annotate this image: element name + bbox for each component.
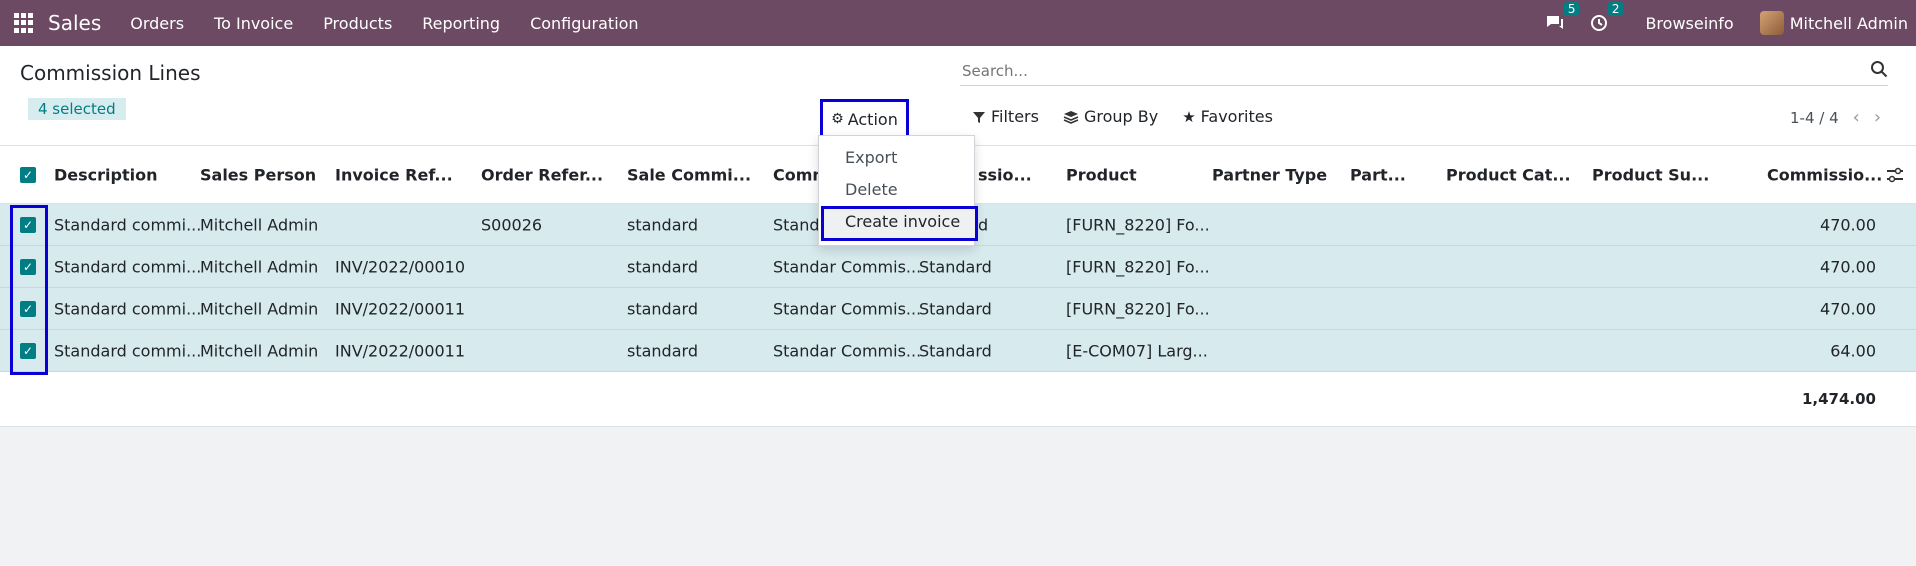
- cell-product: [FURN_8220] Fo...: [1066, 257, 1210, 276]
- header-partner-type[interactable]: Partner Type: [1212, 165, 1327, 184]
- header-commission-type[interactable]: ssio...: [978, 165, 1032, 184]
- user-menu[interactable]: Mitchell Admin: [1790, 14, 1908, 33]
- header-description[interactable]: Description: [54, 165, 157, 184]
- header-commission-amount[interactable]: Commissio...: [1767, 165, 1882, 184]
- row-checkboxes-highlight: [10, 205, 48, 375]
- favorites-button[interactable]: ★ Favorites: [1182, 107, 1273, 126]
- action-label: Action: [847, 109, 898, 129]
- cell-sales-person: Mitchell Admin: [200, 257, 319, 276]
- favorites-label: Favorites: [1200, 107, 1273, 126]
- header-partner[interactable]: Part...: [1350, 165, 1406, 184]
- cell-sales-person: Mitchell Admin: [200, 341, 319, 360]
- main-menu: Orders To Invoice Products Reporting Con…: [115, 14, 653, 33]
- cell-sale-commission: standard: [627, 299, 698, 318]
- cell-product: [E-COM07] Larg...: [1066, 341, 1208, 360]
- filters-label: Filters: [991, 107, 1039, 126]
- activities-badge: 2: [1607, 2, 1624, 16]
- navbar-systray: 5 2 Browseinfo Mitchell Admin: [1543, 0, 1908, 46]
- group-by-label: Group By: [1083, 107, 1159, 126]
- cell-commission: Standar Commis...: [773, 341, 922, 360]
- company-switcher[interactable]: Browseinfo: [1645, 14, 1733, 33]
- cell-description: Standard commi...: [54, 215, 202, 234]
- table-row[interactable]: ✓ Standard commi... Mitchell Admin INV/2…: [0, 246, 1916, 288]
- page-title: Commission Lines: [20, 61, 201, 85]
- apps-menu-icon[interactable]: [14, 13, 34, 33]
- chevron-left-icon[interactable]: ‹: [1853, 107, 1860, 128]
- control-panel: Commission Lines 4 selected ⚙ Action Fil…: [0, 46, 1916, 146]
- export-menu-item[interactable]: Export: [845, 148, 897, 167]
- menu-reporting[interactable]: Reporting: [407, 14, 515, 33]
- header-order-ref[interactable]: Order Refer...: [481, 165, 603, 184]
- cell-sale-commission: standard: [627, 341, 698, 360]
- table-footer: 1,474.00: [0, 372, 1916, 427]
- cell-amount: 64.00: [1830, 341, 1876, 360]
- menu-configuration[interactable]: Configuration: [515, 14, 654, 33]
- search-input[interactable]: [960, 61, 1888, 80]
- messages-icon[interactable]: 5: [1543, 2, 1580, 35]
- menu-products[interactable]: Products: [308, 14, 407, 33]
- messages-badge: 5: [1563, 2, 1580, 16]
- top-navbar: Sales Orders To Invoice Products Reporti…: [0, 0, 1916, 46]
- cell-sales-person: Mitchell Admin: [200, 215, 319, 234]
- filter-icon: [973, 111, 985, 123]
- chevron-right-icon[interactable]: ›: [1874, 107, 1881, 128]
- menu-orders[interactable]: Orders: [115, 14, 199, 33]
- header-product[interactable]: Product: [1066, 165, 1137, 184]
- search-bar: [960, 56, 1888, 86]
- cell-description: Standard commi...: [54, 299, 202, 318]
- search-options: Filters Group By ★ Favorites: [972, 107, 1273, 126]
- selected-count-badge[interactable]: 4 selected: [28, 98, 126, 120]
- total-amount: 1,474.00: [1801, 390, 1876, 408]
- cell-commission-type: Standard: [919, 341, 992, 360]
- header-product-sub[interactable]: Product Su...: [1592, 165, 1709, 184]
- cell-product: [FURN_8220] Fo...: [1066, 215, 1210, 234]
- action-dropdown-menu: Export Delete Create invoice: [818, 135, 978, 246]
- cell-commission: Standar Commis...: [773, 257, 922, 276]
- header-invoice-ref[interactable]: Invoice Ref...: [335, 165, 453, 184]
- pager: 1-4 / 4 ‹ ›: [1790, 107, 1881, 128]
- filters-button[interactable]: Filters: [972, 107, 1039, 126]
- action-button[interactable]: ⚙ Action: [820, 99, 909, 139]
- cell-invoice-ref: INV/2022/00010: [335, 257, 466, 276]
- cell-product: [FURN_8220] Fo...: [1066, 299, 1210, 318]
- user-avatar[interactable]: [1759, 11, 1784, 35]
- header-sale-commission[interactable]: Sale Commi...: [627, 165, 751, 184]
- cell-sale-commission: standard: [627, 215, 698, 234]
- app-name[interactable]: Sales: [48, 11, 101, 35]
- cell-commission-type: Standard: [919, 257, 992, 276]
- menu-to-invoice[interactable]: To Invoice: [199, 14, 308, 33]
- column-settings-icon[interactable]: [1886, 167, 1904, 183]
- search-icon[interactable]: [1870, 60, 1888, 78]
- cell-commission-type: Standard: [919, 299, 992, 318]
- activities-clock-icon[interactable]: 2: [1587, 2, 1624, 35]
- group-by-button[interactable]: Group By: [1063, 107, 1158, 126]
- cell-description: Standard commi...: [54, 341, 202, 360]
- layers-icon: [1063, 110, 1079, 124]
- select-all-checkbox[interactable]: ✓: [20, 166, 36, 183]
- cell-invoice-ref: INV/2022/00011: [335, 299, 466, 318]
- table-row[interactable]: ✓ Standard commi... Mitchell Admin INV/2…: [0, 330, 1916, 372]
- cell-amount: 470.00: [1820, 299, 1876, 318]
- delete-menu-item[interactable]: Delete: [845, 180, 898, 199]
- star-icon: ★: [1182, 107, 1196, 126]
- cell-invoice-ref: INV/2022/00011: [335, 341, 466, 360]
- cell-commission: Standar Commis...: [773, 299, 922, 318]
- cell-description: Standard commi...: [54, 257, 202, 276]
- cell-sale-commission: standard: [627, 257, 698, 276]
- gear-icon: ⚙: [831, 111, 844, 127]
- cell-sales-person: Mitchell Admin: [200, 299, 319, 318]
- header-sales-person[interactable]: Sales Person: [200, 165, 316, 184]
- cell-amount: 470.00: [1820, 215, 1876, 234]
- pager-value[interactable]: 1-4 / 4: [1790, 109, 1839, 127]
- header-product-category[interactable]: Product Cat...: [1446, 165, 1571, 184]
- cell-commission-type: d: [978, 215, 989, 234]
- cell-order-ref: S00026: [481, 215, 543, 234]
- cell-amount: 470.00: [1820, 257, 1876, 276]
- table-row[interactable]: ✓ Standard commi... Mitchell Admin INV/2…: [0, 288, 1916, 330]
- create-invoice-menu-item[interactable]: Create invoice: [845, 212, 960, 231]
